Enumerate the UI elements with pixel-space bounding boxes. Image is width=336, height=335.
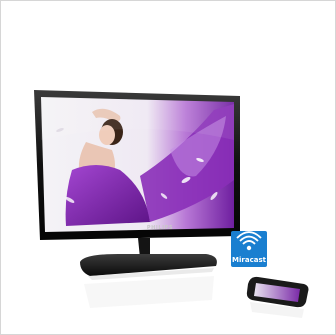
product-scene <box>34 90 309 318</box>
monitor-stand-base <box>80 254 217 280</box>
monitor-brand-logo: PHILIPS <box>146 225 174 231</box>
monitor <box>34 90 240 240</box>
monitor-reflection <box>84 276 214 308</box>
miracast-label: Miracast <box>232 256 266 264</box>
smartphone <box>246 276 309 318</box>
wifi-icon <box>246 245 252 251</box>
